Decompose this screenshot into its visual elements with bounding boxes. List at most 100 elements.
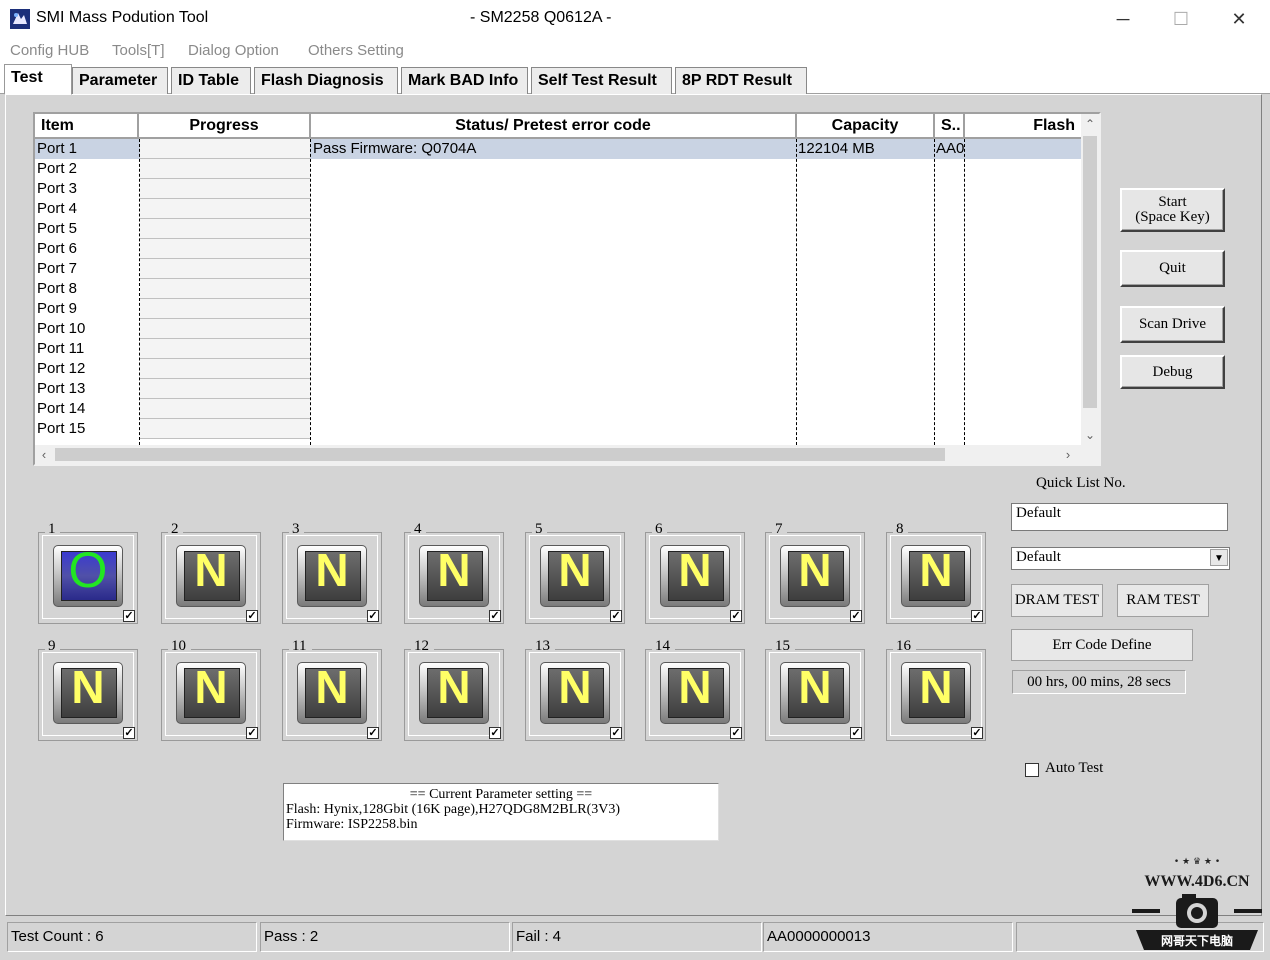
tab-8p-rdt-result[interactable]: 8P RDT Result [675,67,807,94]
table-row[interactable]: Port 15 [35,419,1081,439]
table-row[interactable]: Port 9 [35,299,1081,319]
minimize-button[interactable]: ─ [1094,0,1152,38]
port-enable-checkbox[interactable]: ✓ [850,727,862,739]
port-tile[interactable]: 5 N ✓ [525,522,625,624]
table-row[interactable]: Port 6 [35,239,1081,259]
debug-button[interactable]: Debug [1120,355,1225,389]
table-row[interactable]: Port 5 [35,219,1081,239]
port-tile[interactable]: 3 N ✓ [282,522,382,624]
table-row[interactable]: Port 14 [35,399,1081,419]
port-tile[interactable]: 1 O ✓ [38,522,138,624]
port-tile[interactable]: 12 N ✓ [404,639,504,741]
port-tile[interactable]: 10 N ✓ [161,639,261,741]
port-enable-checkbox[interactable]: ✓ [610,610,622,622]
start-button[interactable]: Start (Space Key) [1120,188,1225,232]
tab-test[interactable]: Test [4,64,72,95]
port-tile[interactable]: 11 N ✓ [282,639,382,741]
port-name: Port 5 [37,220,78,237]
no-device-icon: N [419,545,489,607]
port-name: Port 13 [37,380,86,397]
port-enable-checkbox[interactable]: ✓ [489,727,501,739]
port-enable-checkbox[interactable]: ✓ [489,610,501,622]
tab-parameter[interactable]: Parameter [72,67,168,94]
column-item[interactable]: Item [35,114,139,139]
tab-flash-diagnosis[interactable]: Flash Diagnosis [254,67,398,94]
title-bar: SMI Mass Podution Tool - SM2258 Q0612A -… [0,0,1270,38]
scroll-left-icon[interactable]: ‹ [35,445,53,464]
port-tile[interactable]: 15 N ✓ [765,639,865,741]
column-flash[interactable]: Flash [965,114,1081,139]
port-capacity [798,419,933,439]
port-enable-checkbox[interactable]: ✓ [971,727,983,739]
port-tile[interactable]: 8 N ✓ [886,522,986,624]
vertical-scrollbar[interactable]: ⌃ ⌄ [1081,114,1099,445]
tab-self-test-result[interactable]: Self Test Result [531,67,672,94]
table-row[interactable]: Port 12 [35,359,1081,379]
column-s[interactable]: S.. [935,114,965,139]
maximize-button[interactable]: ☐ [1152,0,1210,38]
menu-tools[interactable]: Tools[T] [112,42,165,59]
port-enable-checkbox[interactable]: ✓ [246,610,258,622]
port-enable-checkbox[interactable]: ✓ [367,610,379,622]
port-tile[interactable]: 16 N ✓ [886,639,986,741]
port-serial [936,339,964,359]
window-subtitle: - SM2258 Q0612A - [470,9,612,26]
port-enable-checkbox[interactable]: ✓ [610,727,622,739]
progress-bar [140,279,310,299]
port-enable-checkbox[interactable]: ✓ [367,727,379,739]
port-tile[interactable]: 7 N ✓ [765,522,865,624]
port-tile[interactable]: 4 N ✓ [404,522,504,624]
port-enable-checkbox[interactable]: ✓ [730,610,742,622]
port-enable-checkbox[interactable]: ✓ [123,610,135,622]
port-tile[interactable]: 14 N ✓ [645,639,745,741]
scroll-down-icon[interactable]: ⌄ [1081,425,1099,445]
quit-button[interactable]: Quit [1120,250,1225,287]
vertical-scroll-thumb[interactable] [1083,136,1097,408]
table-row[interactable]: Port 13 [35,379,1081,399]
port-capacity [798,179,933,199]
port-enable-checkbox[interactable]: ✓ [730,727,742,739]
auto-test-checkbox[interactable] [1025,763,1039,777]
port-tile[interactable]: 9 N ✓ [38,639,138,741]
ram-test-button[interactable]: RAM TEST [1117,584,1209,617]
column-status[interactable]: Status/ Pretest error code [311,114,797,139]
port-tile[interactable]: 2 N ✓ [161,522,261,624]
horizontal-scroll-thumb[interactable] [55,448,945,461]
table-row[interactable]: Port 10 [35,319,1081,339]
err-code-define-button[interactable]: Err Code Define [1011,629,1193,661]
port-list[interactable]: Item Progress Status/ Pretest error code… [33,112,1101,466]
menu-config-hub[interactable]: Config HUB [10,42,89,59]
table-row[interactable]: Port 7 [35,259,1081,279]
menu-dialog-option[interactable]: Dialog Option [188,42,279,59]
port-tile[interactable]: 6 N ✓ [645,522,745,624]
table-row[interactable]: Port 1 Pass Firmware: Q0704A 122104 MB AA0 [35,139,1081,159]
table-row[interactable]: Port 11 [35,339,1081,359]
port-enable-checkbox[interactable]: ✓ [971,610,983,622]
close-button[interactable]: ✕ [1210,0,1268,38]
port-enable-checkbox[interactable]: ✓ [123,727,135,739]
table-row[interactable]: Port 3 [35,179,1081,199]
port-capacity [798,239,933,259]
quick-list-input[interactable]: Default [1011,503,1228,531]
dram-test-button[interactable]: DRAM TEST [1011,584,1103,617]
chevron-down-icon[interactable]: ▼ [1210,549,1228,566]
tab-mark-bad-info[interactable]: Mark BAD Info [401,67,528,94]
horizontal-scrollbar[interactable]: ‹ › [35,445,1099,464]
no-device-icon: N [540,545,610,607]
port-tile[interactable]: 13 N ✓ [525,639,625,741]
table-row[interactable]: Port 8 [35,279,1081,299]
port-enable-checkbox[interactable]: ✓ [246,727,258,739]
table-row[interactable]: Port 2 [35,159,1081,179]
menu-others-setting[interactable]: Others Setting [308,42,404,59]
scroll-right-icon[interactable]: › [1059,445,1077,464]
quick-list-combo[interactable]: Default ▼ [1011,547,1230,570]
column-capacity[interactable]: Capacity [797,114,935,139]
port-serial [936,199,964,219]
scan-drive-button[interactable]: Scan Drive [1120,306,1225,343]
column-progress[interactable]: Progress [139,114,311,139]
column-divider [139,139,140,445]
tab-id-table[interactable]: ID Table [171,67,251,94]
port-enable-checkbox[interactable]: ✓ [850,610,862,622]
table-row[interactable]: Port 4 [35,199,1081,219]
scroll-up-icon[interactable]: ⌃ [1081,114,1099,134]
